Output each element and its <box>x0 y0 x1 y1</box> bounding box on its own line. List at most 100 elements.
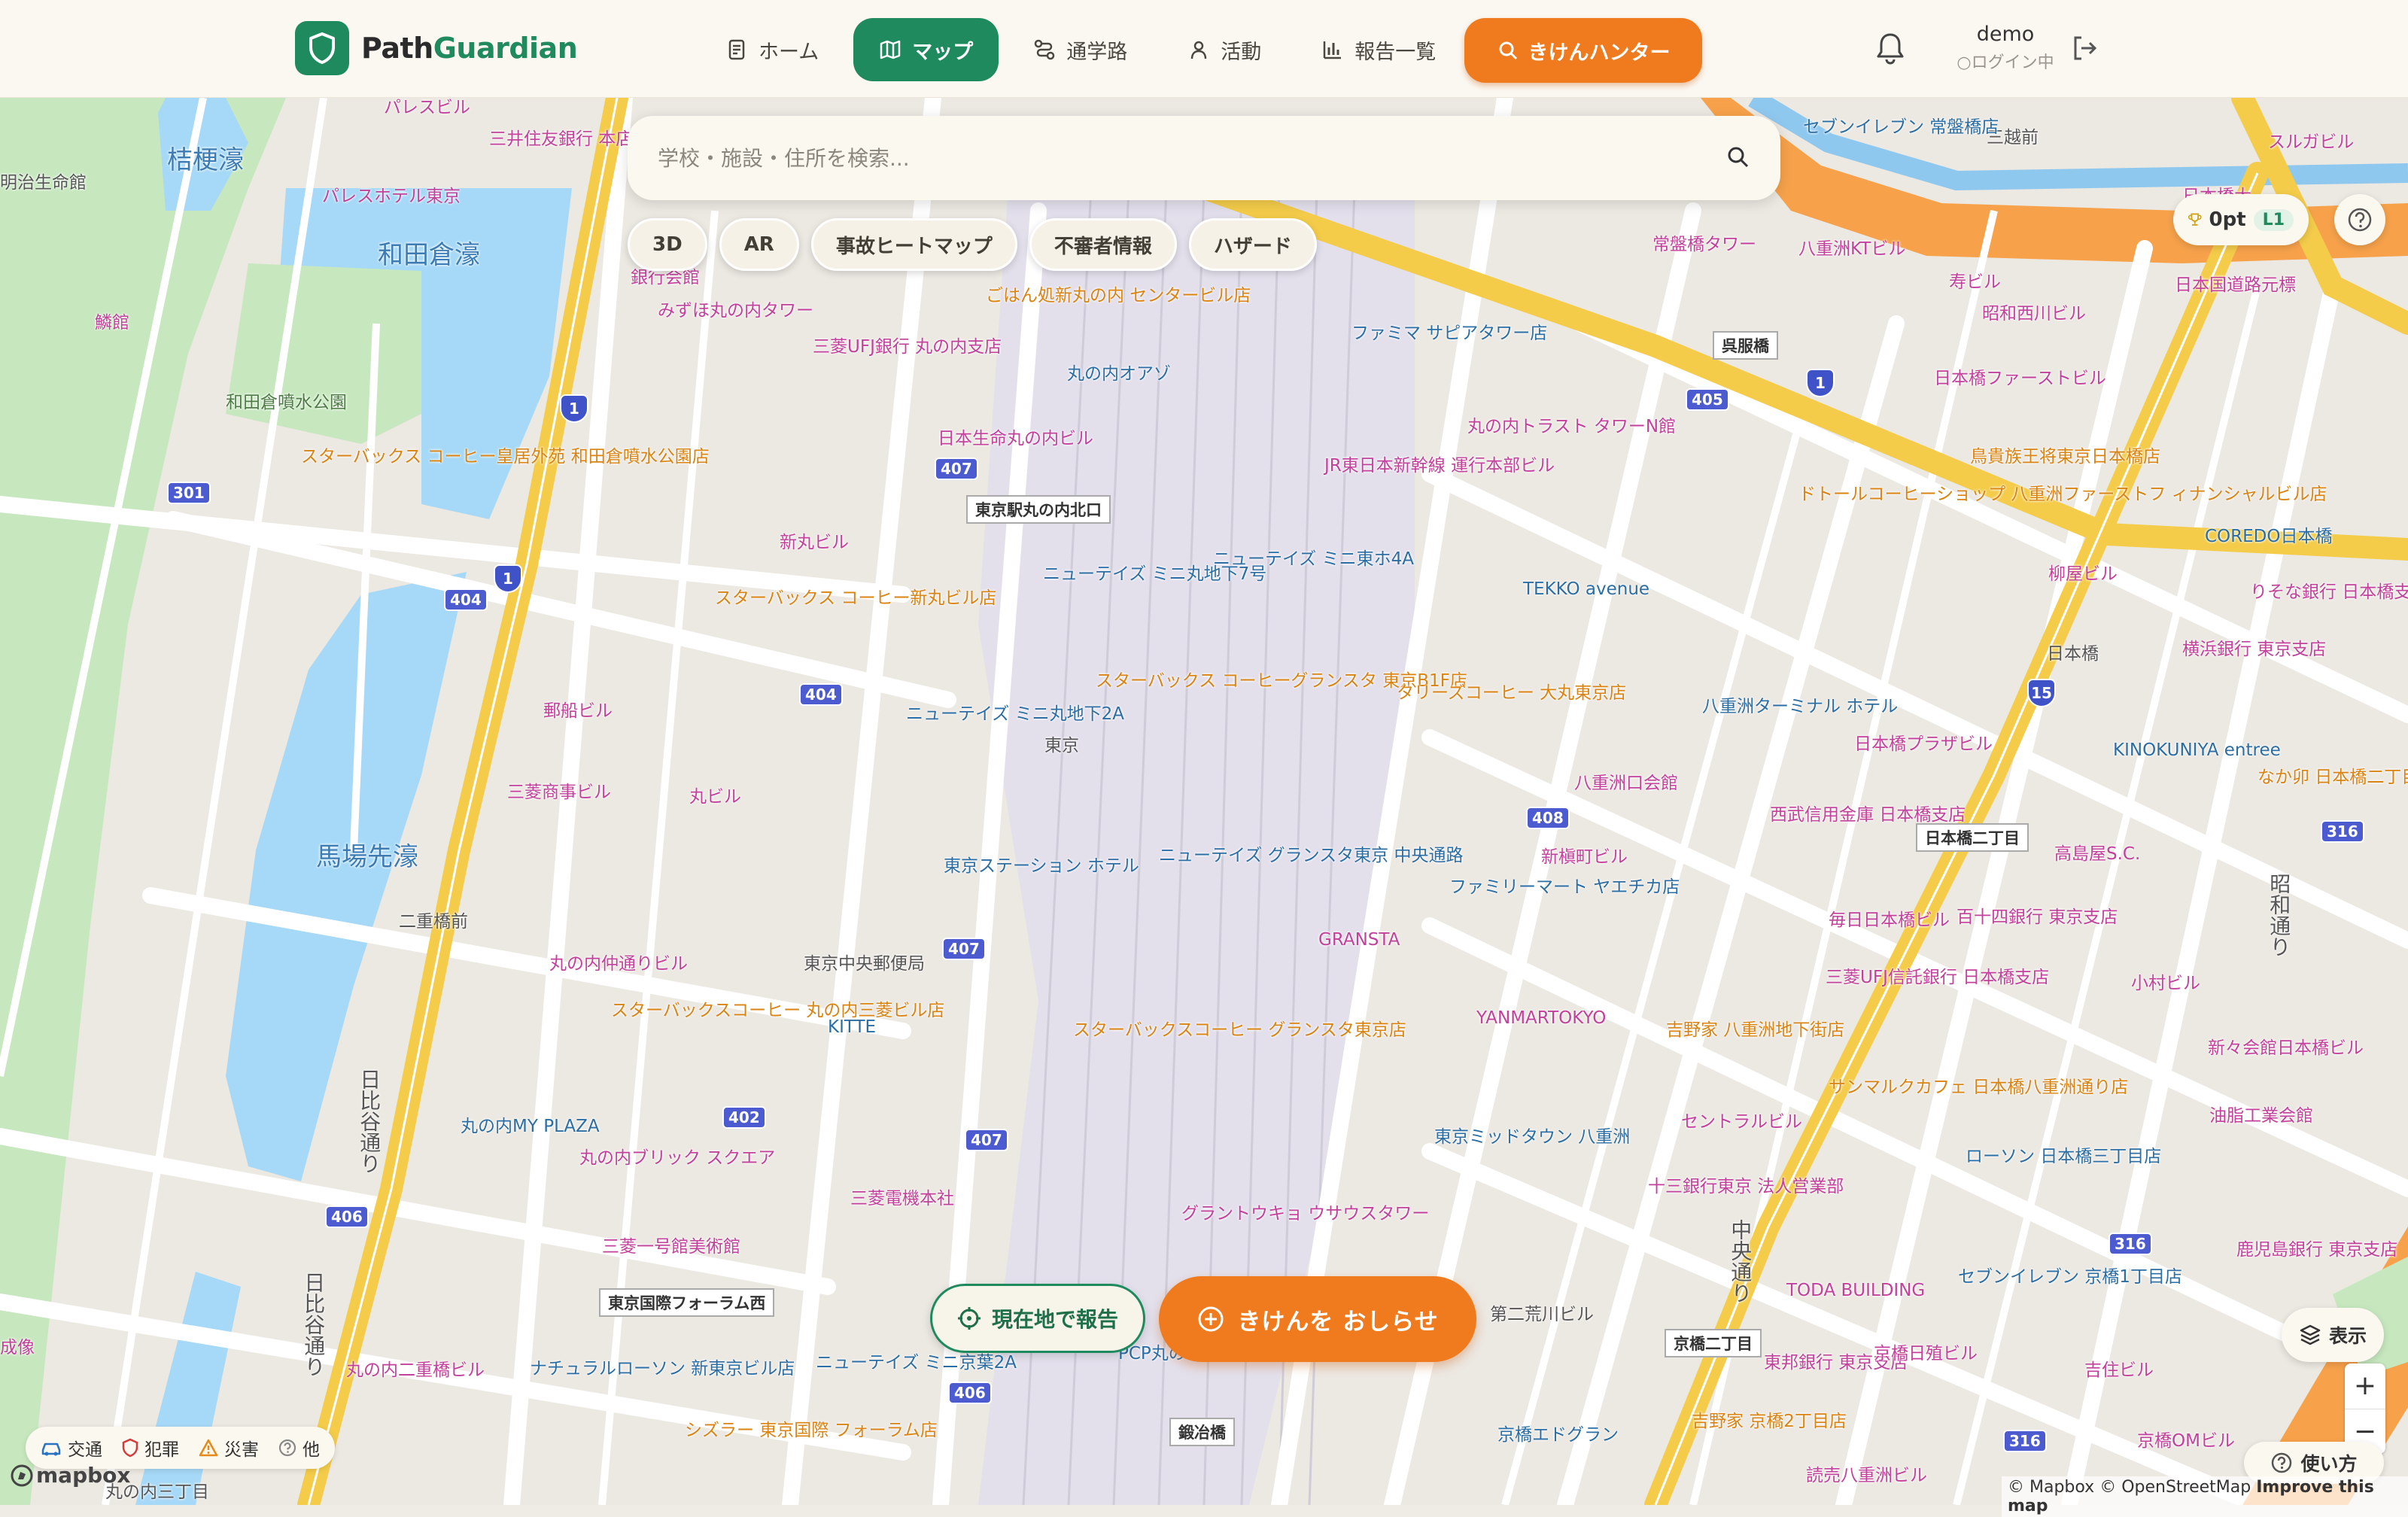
layer-chips: 3D AR 事故ヒートマップ 不審者情報 ハザード <box>628 218 1317 271</box>
poi-label: 三菱UFJ銀行 丸の内支店 <box>813 337 1002 357</box>
howto-label: 使い方 <box>2300 1453 2358 1475</box>
route-shield: 404 <box>444 588 488 611</box>
poi-label: 八重洲口会館 <box>1574 774 1678 793</box>
route-shield: 301 <box>167 482 211 504</box>
cafe-label: シズラー 東京国際 フォーラム店 <box>685 1421 938 1440</box>
poi-label: 京橋OMビル <box>2137 1431 2235 1451</box>
poi-label: 東京中央郵便局 <box>804 954 925 974</box>
road-label: 日比谷通り <box>357 1069 382 1174</box>
poi-label: りそな銀行 日本橋支店 <box>2250 582 2408 602</box>
user-info[interactable]: demo ○ログイン中 <box>1934 23 2077 73</box>
poi-label: みずほ丸の内タワー <box>658 301 813 321</box>
poi-label: 日本橋ファーストビル <box>1934 369 2106 388</box>
report-current-location-label: 現在地で報告 <box>991 1307 1118 1332</box>
attribution-mapbox-link[interactable]: © Mapbox <box>2008 1478 2094 1497</box>
poi-label: 読売八重洲ビル <box>1806 1466 1927 1485</box>
poi-label: 横浜銀行 東京支店 <box>2182 640 2327 659</box>
app-logo[interactable]: PathGuardian <box>295 21 578 75</box>
water-label: 和田倉濠 <box>378 240 480 270</box>
poi-label: 鱗館 <box>95 313 129 333</box>
nav-reports[interactable]: 報告一覧 <box>1296 18 1461 81</box>
intersection-label: 呉服橋 <box>1713 331 1778 360</box>
route-shield: 407 <box>942 938 986 960</box>
search-bar[interactable] <box>628 116 1780 200</box>
car-icon <box>41 1443 61 1456</box>
hunter-button[interactable]: きけんハンター <box>1464 18 1702 83</box>
poi-label: ナチュラルローソン 新東京ビル店 <box>530 1359 795 1379</box>
poi-label: GRANSTA <box>1318 930 1400 950</box>
map-icon <box>880 40 901 59</box>
poi-label: ニューテイズ グランスタ東京 中央通路 <box>1159 846 1464 865</box>
search-input[interactable] <box>658 145 1725 171</box>
poi-label: 寿ビル <box>1949 272 2001 292</box>
cafe-label: 吉野家 京橋2丁目店 <box>1692 1412 1847 1431</box>
legend-other[interactable]: 他 <box>278 1435 320 1461</box>
mapbox-logo[interactable]: mapbox <box>11 1463 130 1488</box>
poi-label: 昭和西川ビル <box>1982 304 2086 324</box>
cafe-label: スターバックス コーヒー新丸ビル店 <box>715 588 997 608</box>
report-danger-label: きけんを おしらせ <box>1237 1308 1439 1336</box>
poi-label: 三菱商事ビル <box>507 783 611 802</box>
layers-button[interactable]: 表示 <box>2282 1308 2384 1362</box>
login-status: ○ログイン中 <box>1956 53 2054 72</box>
cafe-label: 鳥貴族王将東京日本橋店 <box>1970 447 2160 467</box>
logout-icon[interactable] <box>2069 33 2099 66</box>
cafe-label: スターバックス コーヒー皇居外苑 和田倉噴水公園店 <box>301 447 710 467</box>
poi-label: パレスホテル東京 <box>322 187 461 206</box>
poi-label: 柳屋ビル <box>2048 564 2118 584</box>
highway-shield: 15 <box>2027 679 2056 707</box>
bar-chart-icon <box>1323 41 1342 59</box>
report-current-location-button[interactable]: 現在地で報告 <box>930 1284 1145 1353</box>
poi-label: ニューテイズ ミニ京葉2A <box>816 1353 1017 1373</box>
poi-label: ローソン 日本橋三丁目店 <box>1966 1147 2162 1166</box>
poi-label: 東京ステーション ホテル <box>944 856 1139 876</box>
route-shield: 407 <box>965 1129 1008 1151</box>
poi-label: TEKKO avenue <box>1523 579 1650 599</box>
poi-label: セブンイレブン 常盤橋店 <box>1803 117 1999 137</box>
legend-traffic[interactable]: 交通 <box>41 1435 102 1461</box>
nav-home[interactable]: ホーム <box>700 18 844 81</box>
station-label: 二重橋前 <box>399 912 468 932</box>
nav-route[interactable]: 通学路 <box>1008 18 1153 81</box>
search-icon <box>1499 41 1517 60</box>
poi-label: 西武信用金庫 日本橋支店 <box>1770 805 1966 825</box>
poi-label: 丸ビル <box>689 787 741 807</box>
shield-icon <box>122 1438 138 1458</box>
chip-hazard[interactable]: ハザード <box>1188 218 1317 271</box>
water-label: 馬場先濠 <box>316 842 418 872</box>
route-shield: 407 <box>935 458 978 480</box>
poi-label: 吉住ビル <box>2084 1360 2154 1380</box>
route-shield: 406 <box>325 1205 369 1228</box>
help-icon[interactable] <box>2334 194 2385 245</box>
poi-label: 丸の内仲通りビル <box>549 954 688 974</box>
route-shield: 316 <box>2109 1233 2152 1255</box>
route-shield: 405 <box>1686 388 1729 411</box>
chip-accident-heatmap[interactable]: 事故ヒートマップ <box>810 218 1017 271</box>
poi-label: 百十四銀行 東京支店 <box>1956 907 2118 927</box>
legend-crime[interactable]: 犯罪 <box>122 1435 179 1461</box>
poi-label: ニューテイズ ミニ丸地下2A <box>906 704 1124 724</box>
road-label: 中央通り <box>1728 1219 1753 1303</box>
chip-ar[interactable]: AR <box>719 218 799 271</box>
poi-label: 東京ミッドタウン 八重洲 <box>1434 1127 1631 1147</box>
legend-disaster-label: 災害 <box>224 1440 259 1460</box>
search-icon[interactable] <box>1725 144 1750 172</box>
intersection-label: 京橋二丁目 <box>1665 1329 1762 1357</box>
zoom-in-button[interactable]: + <box>2345 1363 2385 1409</box>
poi-label: 毎日日本橋ビル <box>1829 911 1950 930</box>
legend-disaster[interactable]: 災害 <box>199 1435 259 1461</box>
poi-label: 八重洲KTビル <box>1798 239 1906 259</box>
poi-label: 小村ビル <box>2131 974 2200 993</box>
report-danger-button[interactable]: きけんを おしらせ <box>1159 1276 1476 1362</box>
water-label: 桔梗濠 <box>167 145 244 175</box>
nav-activity[interactable]: 活動 <box>1162 18 1287 81</box>
nav-map[interactable]: マップ <box>853 18 999 81</box>
route-shield: 316 <box>2321 820 2364 843</box>
chip-3d[interactable]: 3D <box>628 218 707 271</box>
attribution-osm-link[interactable]: © OpenStreetMap <box>2099 1478 2251 1497</box>
score-badge[interactable]: 0pt L1 <box>2173 194 2309 245</box>
intersection-label: 日本橋二丁目 <box>1916 823 2029 852</box>
user-icon <box>1190 41 1207 59</box>
bell-icon[interactable] <box>1874 30 1907 69</box>
chip-suspicious-person[interactable]: 不審者情報 <box>1029 218 1177 271</box>
